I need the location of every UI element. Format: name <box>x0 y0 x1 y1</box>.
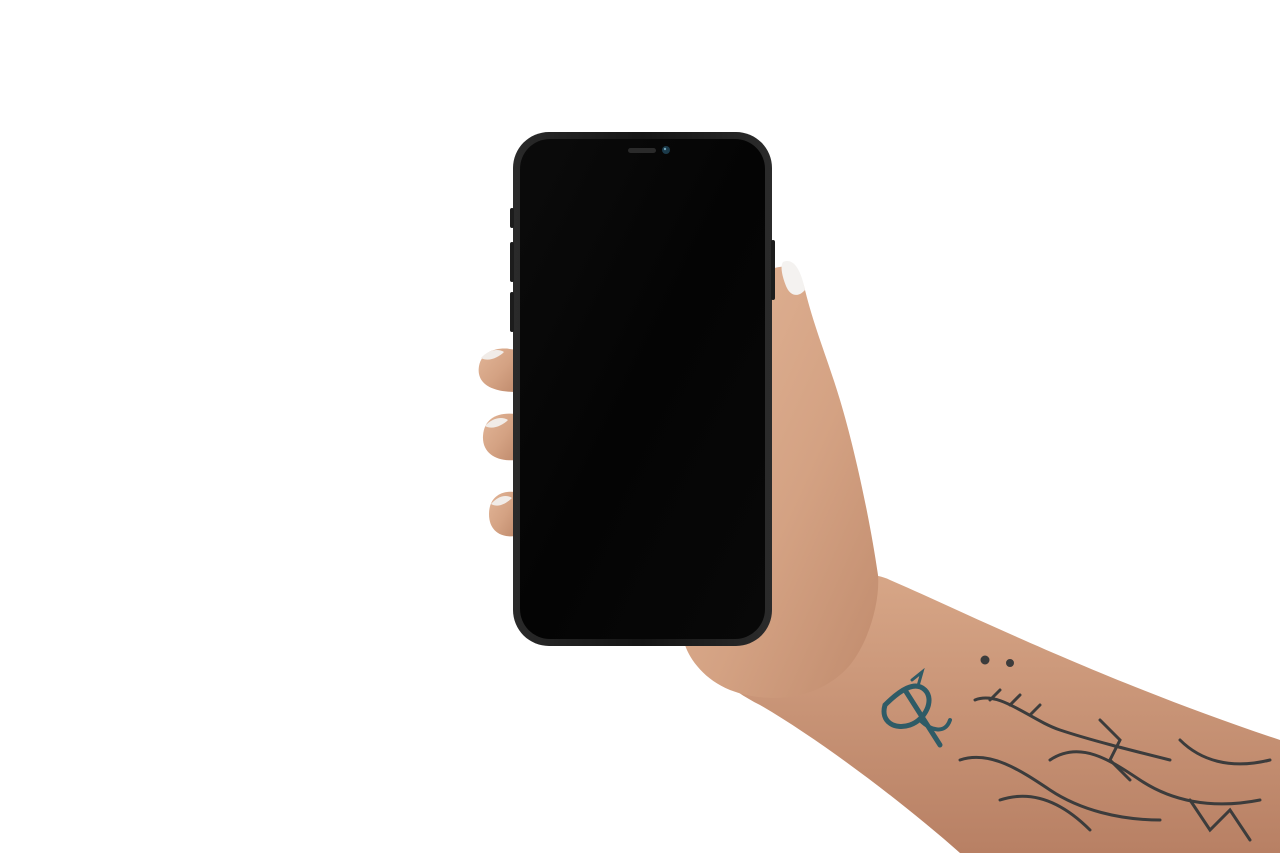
photo-scene <box>0 0 1280 853</box>
phone-side-button-left-1 <box>510 208 514 228</box>
speaker-grille <box>628 148 656 153</box>
phone-side-button-left-3 <box>510 292 514 332</box>
front-camera-icon <box>662 146 670 154</box>
phone-side-button-right <box>771 240 775 300</box>
phone-side-button-left-2 <box>510 242 514 282</box>
phone-screen <box>520 139 765 639</box>
camera-glint <box>663 147 667 151</box>
scene-svg <box>478 132 1280 853</box>
